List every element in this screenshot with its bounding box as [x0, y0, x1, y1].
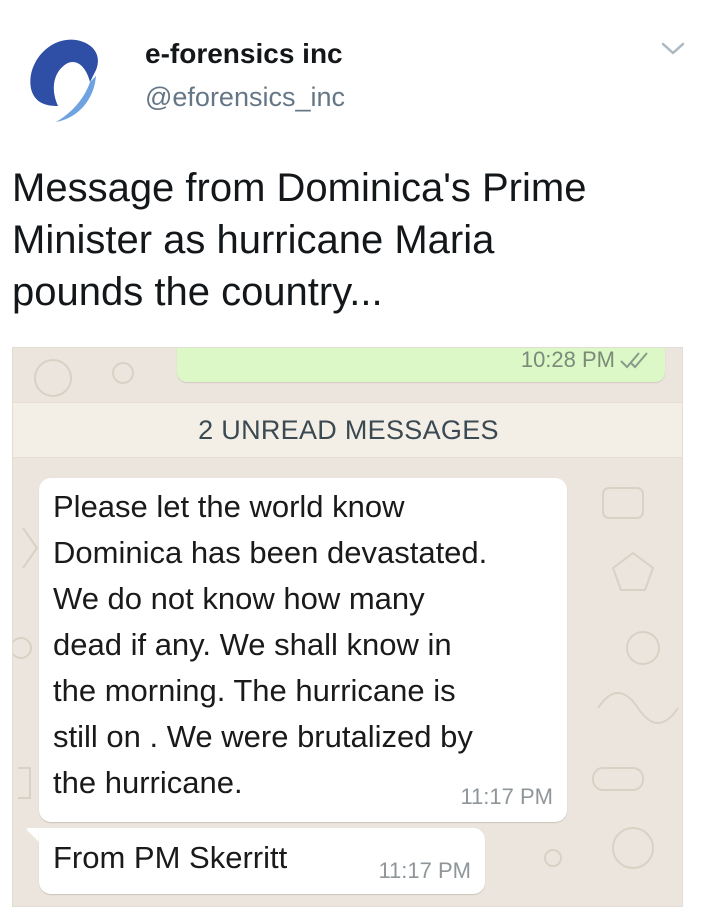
author-name[interactable]: e-forensics inc: [145, 38, 343, 70]
message-time: 11:17 PM: [460, 784, 553, 809]
received-message-bubble[interactable]: Please let the world know Dominica has b…: [39, 478, 567, 822]
avatar[interactable]: [10, 22, 114, 126]
tweet-text: Message from Dominica's Prime Minister a…: [12, 166, 587, 314]
sent-message-time: 10:28 PM: [520, 347, 615, 372]
chat-screenshot[interactable]: 10:28 PM 2 UNREAD MESSAGES Please let th…: [12, 347, 683, 907]
message-text: Please let the world know Dominica has b…: [53, 489, 488, 800]
chevron-down-icon[interactable]: [660, 40, 686, 58]
eforensics-logo-icon: [12, 24, 112, 124]
message-text: From PM Skerritt: [53, 840, 288, 875]
received-message-bubble[interactable]: From PM Skerritt 11:17 PM: [39, 828, 485, 894]
author-handle[interactable]: @eforensics_inc: [145, 82, 345, 113]
message-time: 11:17 PM: [378, 858, 471, 883]
sent-message-bubble[interactable]: 10:28 PM: [177, 347, 665, 382]
double-check-icon: [620, 352, 648, 369]
unread-messages-banner: 2 UNREAD MESSAGES: [13, 402, 682, 458]
